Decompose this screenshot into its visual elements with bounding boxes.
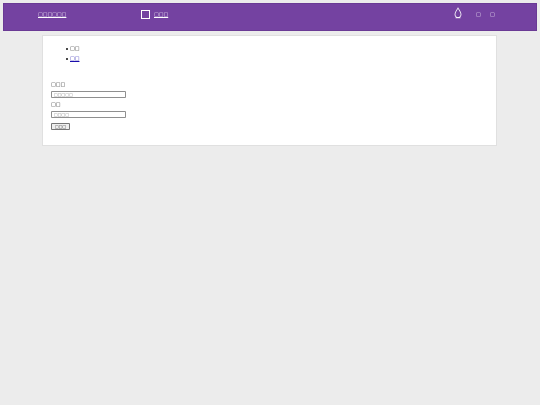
tab-other[interactable]: □□ bbox=[63, 55, 79, 65]
square-icon[interactable] bbox=[141, 10, 150, 19]
password-input[interactable] bbox=[51, 111, 126, 118]
brand-link[interactable]: □□□□□□ bbox=[38, 12, 66, 18]
login-panel: □□ □□ □□□ □□ □□□ bbox=[42, 35, 497, 146]
username-input[interactable] bbox=[51, 91, 126, 98]
field-label-1: □□□ bbox=[51, 82, 66, 88]
header-link-2[interactable]: □ bbox=[490, 12, 495, 18]
field-label-2: □□ bbox=[51, 102, 61, 108]
header-nav-link[interactable]: □□□ bbox=[154, 12, 168, 18]
tab-list: □□ □□ bbox=[63, 45, 79, 65]
drop-icon[interactable] bbox=[453, 7, 463, 19]
header-link-1[interactable]: □ bbox=[476, 12, 481, 18]
tab-current[interactable]: □□ bbox=[63, 45, 79, 55]
submit-button[interactable]: □□□ bbox=[51, 123, 71, 130]
